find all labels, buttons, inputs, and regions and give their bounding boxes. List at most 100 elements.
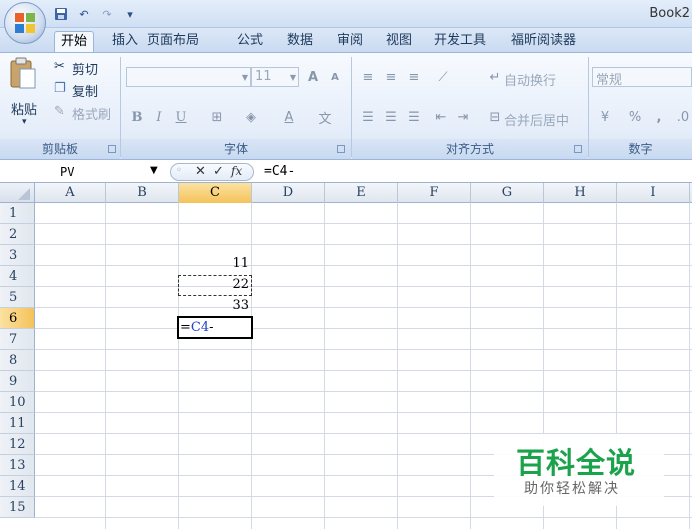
tab-data[interactable]: 数据: [281, 31, 319, 52]
comma-button[interactable]: ,: [648, 107, 670, 127]
row-header[interactable]: 2: [0, 224, 35, 245]
paste-dropdown-icon[interactable]: ▾: [22, 117, 27, 127]
font-name-combo[interactable]: ▼: [126, 67, 251, 87]
shrink-font-button[interactable]: A: [324, 67, 346, 87]
merge-center-button[interactable]: 合并后居中: [504, 110, 569, 129]
insert-function-icon[interactable]: fx: [231, 164, 242, 178]
row-header[interactable]: 4: [0, 266, 35, 287]
tab-foxit-reader[interactable]: 福昕阅读器: [505, 31, 582, 52]
align-left-icon[interactable]: ☰: [357, 107, 379, 127]
column-header-bar: A B C D E F G H I: [0, 183, 692, 203]
office-logo-icon: [15, 13, 35, 33]
row-header[interactable]: 9: [0, 371, 35, 392]
tab-home[interactable]: 开始: [54, 31, 95, 52]
align-bottom-icon[interactable]: ≡: [403, 67, 425, 87]
tab-developer[interactable]: 开发工具: [428, 31, 492, 52]
enter-icon[interactable]: ✓: [213, 164, 224, 179]
copy-icon: ❐: [54, 81, 66, 96]
underline-button[interactable]: U: [170, 107, 192, 127]
row-header-selected[interactable]: 6: [0, 308, 35, 329]
column-header-f[interactable]: F: [398, 183, 471, 203]
row-header[interactable]: 15: [0, 497, 35, 518]
tab-page-layout[interactable]: 页面布局: [141, 31, 205, 52]
decrease-indent-icon[interactable]: ⇤: [430, 107, 452, 127]
formula-input[interactable]: =C4-: [264, 164, 295, 179]
currency-icon[interactable]: ¥: [594, 107, 616, 127]
align-top-icon[interactable]: ≡: [357, 67, 379, 87]
row-header[interactable]: 14: [0, 476, 35, 497]
row-header[interactable]: 11: [0, 413, 35, 434]
quick-access-toolbar: ↶ ↷ ▾: [52, 4, 139, 24]
alignment-launcher-icon[interactable]: [574, 145, 582, 153]
formula-prefix: =: [180, 320, 191, 335]
tab-review[interactable]: 审阅: [331, 31, 369, 52]
column-header-h[interactable]: H: [544, 183, 617, 203]
column-header-g[interactable]: G: [471, 183, 544, 203]
chevron-down-icon[interactable]: ▼: [150, 165, 158, 176]
dots-icon: ◦: [176, 165, 182, 176]
font-color-icon[interactable]: A: [278, 107, 300, 127]
tab-insert[interactable]: 插入: [106, 31, 144, 52]
cell-c3[interactable]: 11: [179, 253, 252, 274]
font-size-value: 11: [255, 69, 272, 84]
chevron-down-icon: ▼: [241, 73, 248, 82]
cell-c5[interactable]: 33: [179, 295, 252, 316]
row-header[interactable]: 10: [0, 392, 35, 413]
border-icon[interactable]: ⊞: [206, 107, 228, 127]
window-title: Book2: [649, 6, 690, 21]
copy-button[interactable]: 复制: [72, 81, 98, 100]
redo-icon[interactable]: ↷: [98, 5, 116, 23]
save-icon[interactable]: [52, 5, 70, 23]
alignment-group-label: 对齐方式: [352, 139, 588, 159]
row-header[interactable]: 12: [0, 434, 35, 455]
align-center-icon[interactable]: ☰: [380, 107, 402, 127]
number-format-combo[interactable]: 常规: [592, 67, 692, 88]
excel-window: ↶ ↷ ▾ Book2 开始 插入 页面布局 公式 数据 审阅 视图 开发工具 …: [0, 0, 692, 529]
row-header[interactable]: 1: [0, 203, 35, 224]
phonetic-icon[interactable]: 文: [314, 107, 336, 127]
ribbon: 粘贴 ▾ ✂ 剪切 ❐ 复制 ✎ 格式刷 剪贴板 ▼ 11 ▼ A A B I …: [0, 52, 692, 160]
customize-qat-icon[interactable]: ▾: [121, 5, 139, 23]
tab-view[interactable]: 视图: [380, 31, 418, 52]
column-header-a[interactable]: A: [35, 183, 106, 203]
align-right-icon[interactable]: ☰: [403, 107, 425, 127]
align-middle-icon[interactable]: ≡: [380, 67, 402, 87]
number-group-label: 数字: [589, 139, 692, 159]
column-header-i[interactable]: I: [617, 183, 690, 203]
clipboard-launcher-icon[interactable]: [108, 145, 116, 153]
increase-indent-icon[interactable]: ⇥: [452, 107, 474, 127]
column-header-d[interactable]: D: [252, 183, 325, 203]
font-launcher-icon[interactable]: [337, 145, 345, 153]
name-box[interactable]: PV: [2, 163, 164, 181]
fill-color-icon[interactable]: ◈: [240, 107, 262, 127]
cancel-icon[interactable]: ✕: [195, 164, 206, 179]
row-header[interactable]: 13: [0, 455, 35, 476]
column-header-e[interactable]: E: [325, 183, 398, 203]
brush-icon: ✎: [54, 104, 65, 119]
italic-button[interactable]: I: [148, 107, 170, 127]
decimal-icon[interactable]: .0: [672, 107, 692, 127]
paste-button[interactable]: 粘贴: [11, 99, 37, 118]
orientation-icon[interactable]: ⟋: [432, 67, 454, 87]
tab-formulas[interactable]: 公式: [231, 31, 269, 52]
paste-icon[interactable]: [8, 57, 38, 94]
font-size-combo[interactable]: 11 ▼: [251, 67, 299, 87]
row-header[interactable]: 5: [0, 287, 35, 308]
percent-button[interactable]: %: [624, 107, 646, 127]
row-header[interactable]: 8: [0, 350, 35, 371]
row-header[interactable]: 7: [0, 329, 35, 350]
column-header-c[interactable]: C: [179, 183, 252, 203]
format-painter-button[interactable]: 格式刷: [72, 104, 111, 123]
cell-c4[interactable]: 22: [179, 274, 252, 295]
cell-c6-editor[interactable]: =C4-: [180, 318, 214, 337]
bold-button[interactable]: B: [126, 107, 148, 127]
column-header-b[interactable]: B: [106, 183, 179, 203]
office-button[interactable]: [4, 2, 46, 44]
undo-icon[interactable]: ↶: [75, 5, 93, 23]
number-format-value: 常规: [596, 73, 623, 88]
font-group-label: 字体: [121, 139, 351, 159]
wrap-text-button[interactable]: 自动换行: [504, 70, 556, 89]
cut-button[interactable]: 剪切: [72, 59, 98, 78]
row-header[interactable]: 3: [0, 245, 35, 266]
grow-font-button[interactable]: A: [302, 67, 324, 87]
